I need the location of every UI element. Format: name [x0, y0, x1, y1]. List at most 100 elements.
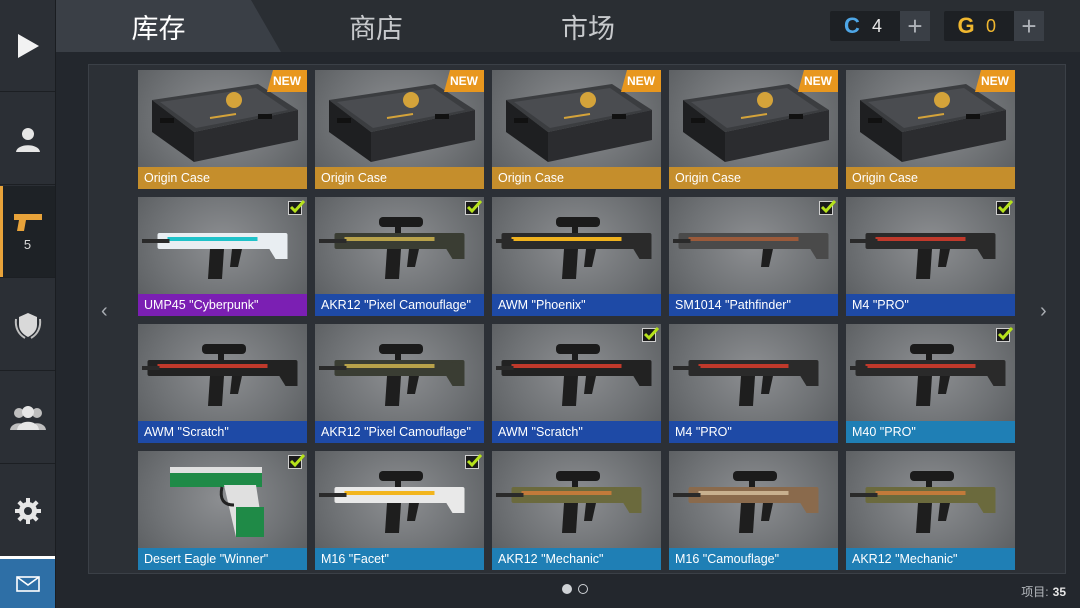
weapon-image — [850, 471, 996, 533]
weapons-count-badge: 5 — [23, 237, 32, 252]
item-count-label: 项目: — [1021, 585, 1049, 599]
weapon-image — [496, 344, 652, 406]
next-page-arrow[interactable]: › — [1040, 300, 1047, 323]
sidebar: 5 — [0, 0, 56, 608]
weapon-image — [142, 344, 298, 406]
checkmark-icon — [643, 326, 659, 341]
add-credits-button[interactable]: + — [900, 11, 930, 41]
item-count: 项目: 35 — [1021, 583, 1066, 600]
play-icon — [17, 33, 39, 58]
weapon-image — [673, 233, 829, 267]
weapon-card[interactable]: AKR12 "Pixel Camouflage" — [315, 197, 484, 316]
new-badge: NEW — [621, 70, 661, 92]
gold-icon: G — [957, 13, 975, 38]
equipped-checkbox — [996, 199, 1013, 215]
item-name: M16 "Facet" — [315, 548, 484, 570]
weapon-image — [850, 233, 996, 279]
item-name: Origin Case — [138, 167, 307, 189]
checkmark-icon — [466, 199, 482, 214]
weapon-image — [496, 471, 642, 533]
weapon-card[interactable]: M4 "PRO" — [669, 324, 838, 443]
weapon-card[interactable]: AKR12 "Mechanic" — [846, 451, 1015, 570]
equipped-checkbox — [996, 326, 1013, 342]
item-name: M4 "PRO" — [669, 421, 838, 443]
mail-icon — [15, 575, 40, 592]
item-name: M40 "PRO" — [846, 421, 1015, 443]
tab-market[interactable]: 市场 — [528, 0, 648, 52]
gold-display: G 0 + — [944, 11, 1044, 41]
checkmark-icon — [997, 199, 1013, 214]
item-name: UMP45 "Cyberpunk" — [138, 294, 307, 316]
weapon-card[interactable]: SM1014 "Pathfinder" — [669, 197, 838, 316]
add-gold-button[interactable]: + — [1014, 11, 1044, 41]
sidebar-item-friends[interactable] — [0, 372, 55, 464]
item-name: Origin Case — [846, 167, 1015, 189]
weapon-card[interactable]: AKR12 "Mechanic" — [492, 451, 661, 570]
checkmark-icon — [289, 453, 305, 468]
sidebar-item-play[interactable] — [0, 0, 55, 92]
gear-icon — [14, 497, 41, 524]
weapon-image — [142, 233, 288, 279]
group-icon — [9, 405, 46, 430]
weapon-card[interactable]: AKR12 "Pixel Camouflage" — [315, 324, 484, 443]
person-icon — [15, 127, 40, 152]
weapon-image — [496, 217, 652, 279]
page-dot[interactable] — [562, 584, 572, 594]
shield-laurel-icon — [14, 312, 41, 339]
item-name: M16 "Camouflage" — [669, 548, 838, 570]
new-badge: NEW — [975, 70, 1015, 92]
case-card[interactable]: NEW Origin Case — [315, 70, 484, 189]
new-badge: NEW — [444, 70, 484, 92]
weapon-card[interactable]: M16 "Facet" — [315, 451, 484, 570]
item-name: AKR12 "Mechanic" — [846, 548, 1015, 570]
case-card[interactable]: NEW Origin Case — [492, 70, 661, 189]
top-bar: 库存 商店 市场 C 4 + G 0 + — [56, 0, 1080, 52]
mail-button[interactable] — [0, 556, 55, 608]
gold-value: 0 — [986, 15, 997, 36]
sidebar-item-weapons[interactable]: 5 — [0, 186, 55, 278]
weapon-card[interactable]: UMP45 "Cyberpunk" — [138, 197, 307, 316]
item-count-value: 35 — [1052, 585, 1066, 599]
item-name: AWM "Scratch" — [492, 421, 661, 443]
pagination-dots — [562, 584, 588, 594]
weapon-card[interactable]: AWM "Phoenix" — [492, 197, 661, 316]
pistol-image — [170, 467, 264, 537]
weapon-card[interactable]: Desert Eagle "Winner" — [138, 451, 307, 570]
item-name: M4 "PRO" — [846, 294, 1015, 316]
checkmark-icon — [997, 326, 1013, 341]
pistol-icon — [13, 214, 42, 231]
weapon-card[interactable]: AWM "Scratch" — [138, 324, 307, 443]
credits-display: C 4 + — [830, 11, 930, 41]
credits-icon: C — [844, 13, 860, 38]
page-dot[interactable] — [578, 584, 588, 594]
item-name: AKR12 "Pixel Camouflage" — [315, 421, 484, 443]
item-name: Desert Eagle "Winner" — [138, 548, 307, 570]
case-card[interactable]: NEW Origin Case — [669, 70, 838, 189]
equipped-checkbox — [642, 326, 659, 342]
sidebar-item-settings[interactable] — [0, 465, 55, 557]
prev-page-arrow[interactable]: ‹ — [101, 300, 108, 323]
weapon-image — [319, 471, 465, 533]
case-card[interactable]: NEW Origin Case — [846, 70, 1015, 189]
case-card[interactable]: NEW Origin Case — [138, 70, 307, 189]
checkmark-icon — [466, 453, 482, 468]
item-name: SM1014 "Pathfinder" — [669, 294, 838, 316]
item-name: Origin Case — [669, 167, 838, 189]
item-name: AKR12 "Pixel Camouflage" — [315, 294, 484, 316]
item-name: AWM "Phoenix" — [492, 294, 661, 316]
checkmark-icon — [289, 199, 305, 214]
weapon-card[interactable]: M16 "Camouflage" — [669, 451, 838, 570]
tab-store[interactable]: 商店 — [316, 0, 436, 52]
weapon-card[interactable]: M4 "PRO" — [846, 197, 1015, 316]
weapon-image — [319, 217, 465, 279]
equipped-checkbox — [465, 199, 482, 215]
credits-value: 4 — [872, 15, 883, 36]
checkmark-icon — [820, 199, 836, 214]
weapon-card[interactable]: M40 "PRO" — [846, 324, 1015, 443]
tab-inventory[interactable]: 库存 — [56, 0, 281, 52]
weapon-card[interactable]: AWM "Scratch" — [492, 324, 661, 443]
item-name: Origin Case — [492, 167, 661, 189]
equipped-checkbox — [288, 199, 305, 215]
sidebar-item-profile[interactable] — [0, 93, 55, 185]
sidebar-item-rank[interactable] — [0, 279, 55, 371]
